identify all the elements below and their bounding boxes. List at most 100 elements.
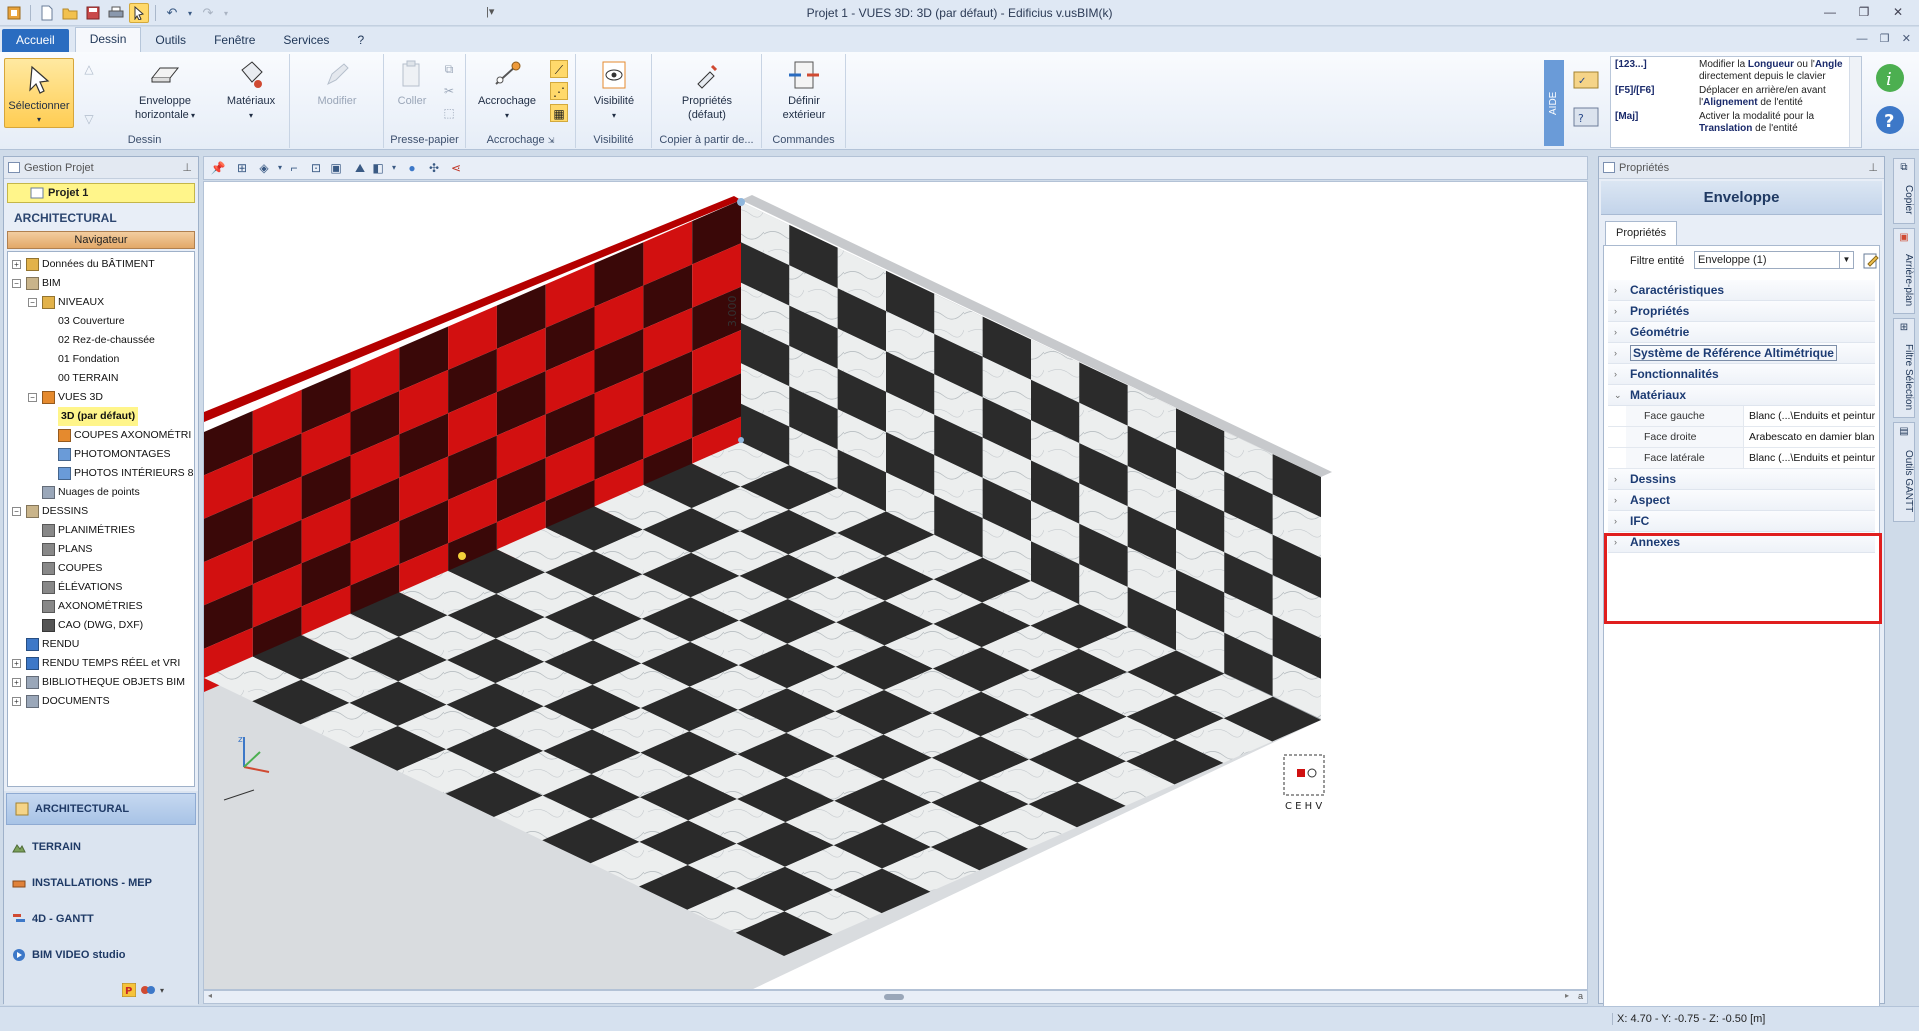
sphere-icon[interactable]: ●	[404, 160, 420, 176]
side-tab-filtre-selection[interactable]: ⊞ Filtre Sélection	[1893, 318, 1915, 418]
material-row[interactable]: Face gauche Blanc (...\Enduits et peintu…	[1608, 406, 1875, 427]
category-caracteristiques[interactable]: › Caractéristiques	[1608, 280, 1875, 301]
tab-proprietes[interactable]: Propriétés	[1605, 221, 1678, 245]
zoom-window-icon[interactable]: ▣	[328, 160, 344, 176]
close-button[interactable]: ✕	[1883, 2, 1913, 22]
materials-button[interactable]: Matériaux ▾	[218, 58, 284, 123]
category-annexes[interactable]: › Annexes	[1608, 532, 1875, 553]
plugins-icon[interactable]	[140, 983, 156, 997]
help-scrollbar[interactable]	[1849, 57, 1861, 147]
3d-scene[interactable]: 3.000 z C E H V	[204, 182, 1588, 990]
ribbon-close-icon[interactable]: ✕	[1902, 33, 1911, 45]
expand-icon[interactable]: +	[12, 659, 21, 668]
tree-node[interactable]: RENDU	[8, 635, 194, 654]
arrow-down-icon[interactable]: ▽	[80, 110, 98, 128]
scroll-thumb[interactable]	[884, 994, 904, 1000]
collapse-icon[interactable]: −	[12, 507, 21, 516]
side-tab-outils-gantt[interactable]: ▤ Outils GANTT	[1893, 422, 1915, 522]
tree-node[interactable]: PLANIMÉTRIES	[8, 521, 194, 540]
dialog-launcher-icon[interactable]: ⇲	[548, 136, 555, 145]
modify-button[interactable]: Modifier	[304, 58, 370, 108]
layers-icon[interactable]: ◧	[370, 160, 386, 176]
snap-mesh-icon[interactable]: ▦	[550, 104, 568, 122]
grip-point[interactable]	[738, 437, 744, 443]
tree-node[interactable]: AXONOMÉTRIES	[8, 597, 194, 616]
side-tab-arriere-plan[interactable]: ▣ Arrière-plan	[1893, 228, 1915, 314]
module-gantt[interactable]: 4D - GANTT	[4, 901, 198, 937]
grip-point[interactable]	[458, 552, 466, 560]
pin-icon[interactable]: ⊥	[1868, 157, 1878, 179]
tree-node[interactable]: 00 TERRAIN	[8, 369, 194, 388]
tree-node[interactable]: 3D (par défaut)	[8, 407, 194, 426]
nav-cube[interactable]: C E H V	[1283, 754, 1325, 812]
tab-fenetre[interactable]: Fenêtre	[200, 29, 269, 52]
tree-node[interactable]: COUPES AXONOMÉTRI	[8, 426, 194, 445]
share-icon[interactable]: ⋖	[448, 160, 464, 176]
collapse-icon[interactable]: −	[28, 393, 37, 402]
ribbon-restore-icon[interactable]: ❐	[1880, 33, 1890, 45]
clone-icon[interactable]: ⬚	[440, 104, 458, 122]
category-systeme-reference[interactable]: › Système de Référence Altimétrique	[1608, 343, 1875, 364]
tree-node[interactable]: 02 Rez-de-chaussée	[8, 331, 194, 350]
side-tab-copier[interactable]: ⧉ Copier	[1893, 158, 1915, 224]
define-exterior-button[interactable]: Définir extérieur	[770, 58, 838, 122]
3d-viewport[interactable]: 3.000 z C E H V	[203, 181, 1588, 990]
category-geometrie[interactable]: › Géométrie	[1608, 322, 1875, 343]
info-icon[interactable]: i	[1876, 64, 1904, 92]
pin-icon[interactable]: ⊥	[182, 157, 192, 179]
category-materiaux[interactable]: ⌄ Matériaux	[1608, 385, 1875, 406]
minimize-button[interactable]: —	[1815, 2, 1845, 22]
dimension-icon[interactable]: ⊞	[234, 160, 250, 176]
material-row[interactable]: Face latérale Blanc (...\Enduits et pein…	[1608, 448, 1875, 469]
tree-node[interactable]: PLANS	[8, 540, 194, 559]
chevron-down-icon[interactable]: ▾	[160, 986, 164, 995]
grip-point[interactable]	[737, 198, 745, 206]
module-terrain[interactable]: TERRAIN	[4, 829, 198, 865]
help-strip[interactable]: AIDE	[1544, 60, 1564, 146]
tree-node[interactable]: ÉLÉVATIONS	[8, 578, 194, 597]
snap-button[interactable]: Accrochage ▾	[470, 58, 544, 123]
tree-node[interactable]: − DESSINS	[8, 502, 194, 521]
tree-node[interactable]: + DOCUMENTS	[8, 692, 194, 711]
paste-button[interactable]: Coller	[388, 58, 436, 108]
terrain-view-icon[interactable]: ⛰	[352, 160, 368, 176]
select-button[interactable]: Sélectionner ▾	[4, 58, 74, 128]
edit-filter-icon[interactable]	[1862, 252, 1880, 270]
horizontal-scrollbar[interactable]: ◂ ▸ a	[203, 990, 1588, 1004]
pin-red-icon[interactable]: 📌	[210, 160, 226, 176]
default-properties-button[interactable]: Propriétés (défaut)	[660, 58, 754, 122]
category-ifc[interactable]: › IFC	[1608, 511, 1875, 532]
chevron-down-icon[interactable]: ▾	[386, 160, 402, 176]
expand-icon[interactable]: +	[12, 697, 21, 706]
render-mode-icon[interactable]: ◈	[256, 160, 272, 176]
zoom-extents-icon[interactable]: ⊡	[308, 160, 324, 176]
tree-node[interactable]: − NIVEAUX	[8, 293, 194, 312]
tree-node[interactable]: 01 Fondation	[8, 350, 194, 369]
expand-icon[interactable]: +	[12, 260, 21, 269]
plugin-p-icon[interactable]: P	[122, 983, 136, 997]
help-keyboard-icon[interactable]: ✓ ?	[1568, 62, 1604, 146]
chevron-down-icon[interactable]: ▼	[1839, 252, 1853, 268]
scroll-right-icon[interactable]: ▸	[1565, 991, 1569, 1000]
snap-endpoint-icon[interactable]: ⟋	[550, 60, 568, 78]
tab-dessin[interactable]: Dessin	[74, 27, 142, 52]
ribbon-minimize-icon[interactable]: —	[1856, 33, 1867, 45]
restore-button[interactable]: ❐	[1849, 2, 1879, 22]
copy-icon[interactable]: ⧉	[440, 60, 458, 78]
tree-node[interactable]: − VUES 3D	[8, 388, 194, 407]
expand-icon[interactable]: +	[12, 678, 21, 687]
visibility-button[interactable]: Visibilité ▾	[582, 58, 646, 123]
tree-node[interactable]: PHOTOS INTÉRIEURS 8	[8, 464, 194, 483]
tab-accueil[interactable]: Accueil	[2, 29, 69, 52]
tree-node[interactable]: − BIM	[8, 274, 194, 293]
snap-grid-icon[interactable]: ⋰	[550, 82, 568, 100]
arrow-up-icon[interactable]: △	[80, 60, 98, 78]
collapse-icon[interactable]: −	[28, 298, 37, 307]
category-dessins[interactable]: › Dessins	[1608, 469, 1875, 490]
cut-icon[interactable]: ✂	[440, 82, 458, 100]
scroll-left-icon[interactable]: ◂	[208, 991, 212, 1000]
tree-node[interactable]: COUPES	[8, 559, 194, 578]
tab-outils[interactable]: Outils	[141, 29, 200, 52]
question-icon[interactable]: ?	[1876, 106, 1904, 134]
project-name[interactable]: Projet 1	[7, 183, 195, 203]
